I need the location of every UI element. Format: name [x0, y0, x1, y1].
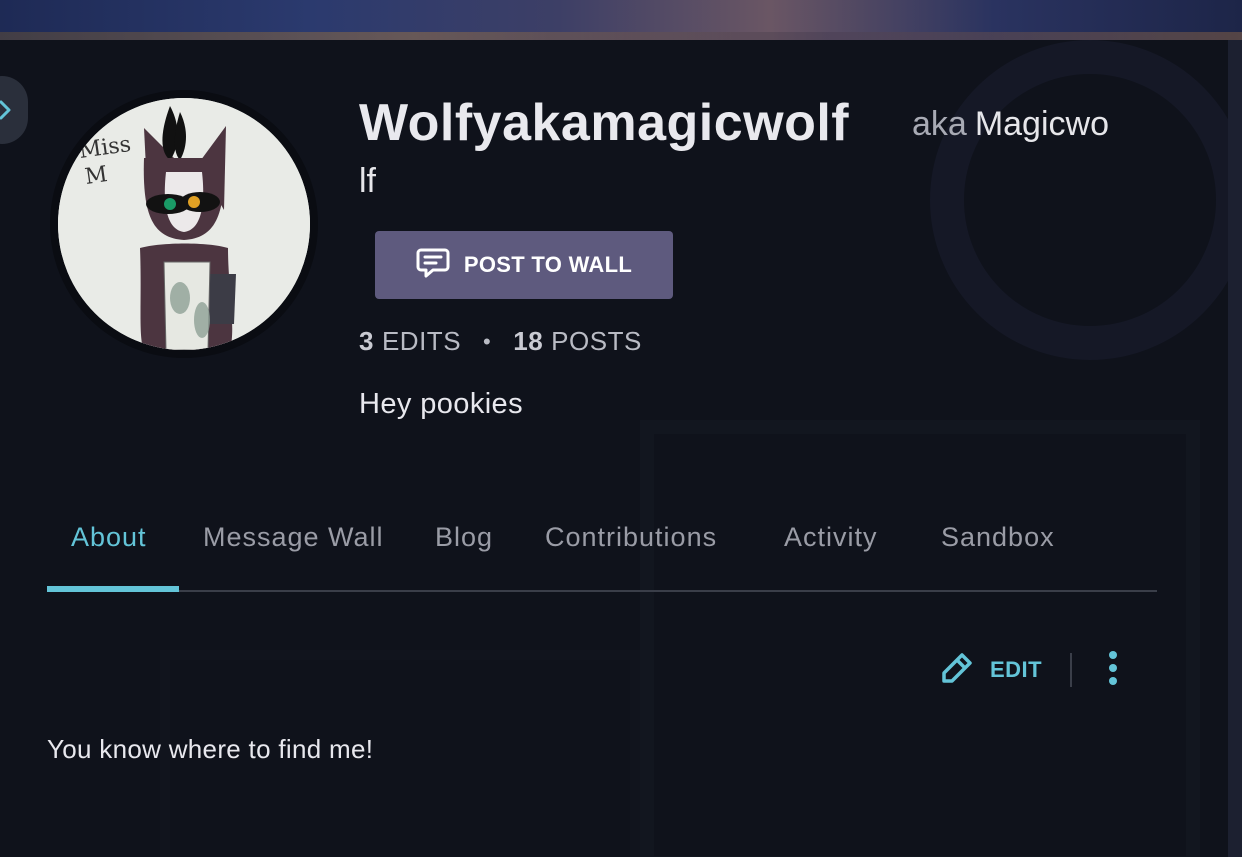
posts-label[interactable]: POSTS: [551, 326, 642, 357]
post-to-wall-label: POST TO WALL: [463, 252, 633, 277]
nickname-text: Magicwo: [974, 105, 1109, 143]
posts-count: 18: [513, 326, 544, 356]
edits-label[interactable]: EDITS: [382, 326, 461, 357]
about-actions: EDIT: [938, 648, 1118, 692]
edit-button[interactable]: EDIT: [938, 649, 1042, 692]
side-toggle-button[interactable]: [0, 76, 28, 144]
profile-nickname: aka Magicwo: [912, 104, 1109, 144]
tab-activity[interactable]: Activity: [784, 522, 878, 553]
tab-message-wall[interactable]: Message Wall: [203, 522, 384, 553]
tab-sandbox[interactable]: Sandbox: [941, 522, 1055, 553]
avatar-image: Miss M: [58, 98, 310, 350]
profile-bio: Hey pookies: [359, 388, 523, 420]
more-options-button[interactable]: [1108, 650, 1118, 691]
profile-stats: 3 EDITS • 18 POSTS: [359, 326, 642, 357]
edit-label: EDIT: [990, 657, 1043, 682]
tab-blog[interactable]: Blog: [435, 522, 493, 553]
background-decoration: [640, 420, 1200, 857]
tab-contributions[interactable]: Contributions: [545, 522, 717, 553]
background-banner: [0, 0, 1242, 40]
profile-panel: Miss M Wolfyakamagicwolf aka Magicwo lf …: [0, 40, 1228, 857]
about-content: You know where to find me!: [47, 734, 374, 764]
aka-label: aka: [912, 105, 967, 143]
background-decoration: [930, 40, 1228, 360]
speech-bubble-icon: [416, 246, 450, 285]
profile-tabs: About Message Wall Blog Contributions Ac…: [47, 512, 1157, 592]
nickname-text-continued: lf: [359, 162, 376, 200]
svg-text:M: M: [83, 162, 109, 190]
profile-username: Wolfyakamagicwolf: [359, 94, 850, 152]
post-to-wall-button[interactable]: POST TO WALL: [375, 231, 673, 299]
pencil-icon: [938, 649, 976, 692]
edits-count: 3: [359, 326, 374, 356]
actions-divider: [1070, 653, 1073, 687]
avatar[interactable]: Miss M: [50, 90, 318, 358]
scrollbar-track[interactable]: [1228, 40, 1242, 857]
stats-separator: •: [483, 328, 492, 354]
active-tab-indicator: [47, 586, 179, 592]
tab-about[interactable]: About: [71, 522, 147, 553]
chevron-right-icon: [0, 99, 12, 121]
more-vertical-icon: [1108, 650, 1118, 691]
